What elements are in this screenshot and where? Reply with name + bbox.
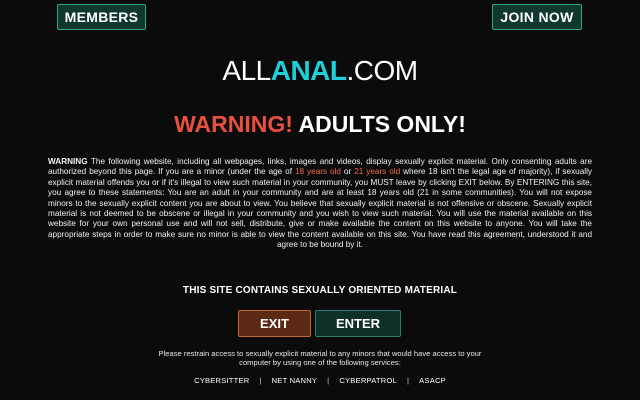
- content-notice: THIS SITE CONTAINS SEXUALLY ORIENTED MAT…: [182, 285, 458, 296]
- disclaimer-text: WARNING The following website, including…: [48, 157, 592, 251]
- logo-part-anal: ANAL: [270, 55, 347, 86]
- warning-heading: WARNING! ADULTS ONLY!: [0, 110, 640, 138]
- disclaimer-part-2: or: [340, 167, 355, 177]
- separator: |: [259, 376, 262, 385]
- enter-button[interactable]: ENTER: [315, 310, 401, 337]
- filter-link-cyberpatrol[interactable]: CYBERPATROL: [339, 376, 397, 385]
- filter-services-list: CYBERSITTER | NET NANNY | CYBERPATROL | ASACP: [0, 376, 640, 385]
- site-logo[interactable]: ALLANAL.COM: [0, 55, 640, 87]
- age-21-highlight: 21 years old: [354, 167, 401, 177]
- logo-part-all: ALL: [222, 55, 271, 86]
- separator: |: [406, 376, 410, 385]
- warning-word: WARNING!: [174, 111, 293, 137]
- filter-link-asacp[interactable]: ASACP: [419, 376, 446, 385]
- age-18-highlight: 18 years old: [294, 167, 341, 177]
- join-now-button[interactable]: JOIN NOW: [492, 4, 582, 30]
- separator: |: [327, 376, 330, 385]
- filter-link-net-nanny[interactable]: NET NANNY: [272, 376, 318, 385]
- filter-link-cybersitter[interactable]: CYBERSITTER: [194, 376, 249, 385]
- disclaimer-lead: WARNING: [48, 157, 88, 166]
- exit-button[interactable]: EXIT: [238, 310, 311, 337]
- disclaimer-part-3: where 18 isn't the legal age of majority…: [48, 167, 593, 250]
- adults-only-text: ADULTS ONLY!: [298, 111, 466, 137]
- parental-control-notice: Please restrain access to sexually expli…: [158, 349, 482, 367]
- members-button[interactable]: MEMBERS: [57, 4, 146, 30]
- logo-part-com: .COM: [346, 55, 418, 86]
